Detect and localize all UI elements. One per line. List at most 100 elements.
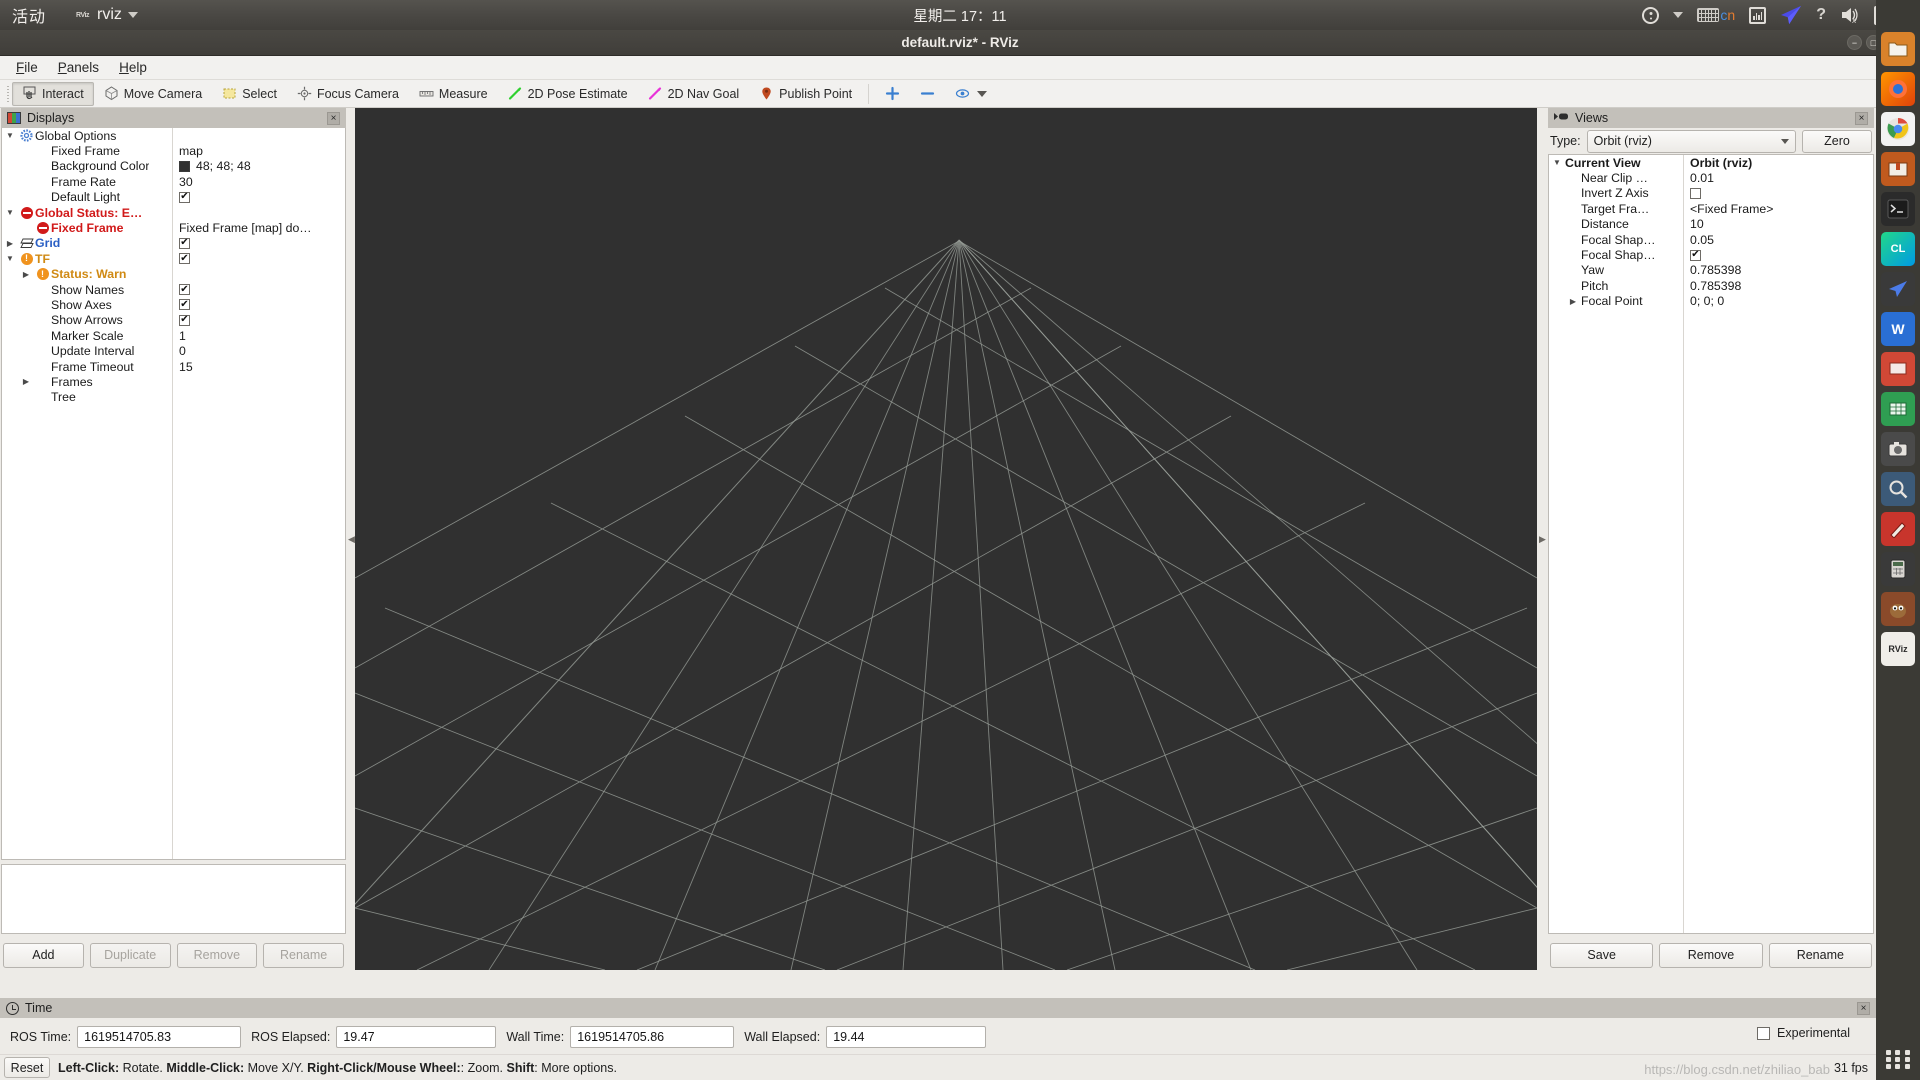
displays-row-value-cell[interactable]: 30 <box>172 175 345 189</box>
save-view-button[interactable]: Save <box>1550 943 1653 968</box>
right-splitter-handle[interactable]: ▶ <box>1538 108 1547 970</box>
volume-muted-icon[interactable]: x <box>1840 6 1860 24</box>
displays-close-icon[interactable]: × <box>327 112 340 125</box>
views-row[interactable]: Pitch0.785398 <box>1549 278 1873 293</box>
menu-help[interactable]: Help <box>111 58 155 77</box>
views-row-value-cell[interactable]: 0; 0; 0 <box>1683 294 1873 308</box>
time-close-icon[interactable]: × <box>1857 1002 1870 1015</box>
tool-2d-nav-goal[interactable]: 2D Nav Goal <box>638 82 750 106</box>
launcher-item-archive[interactable] <box>1881 152 1915 186</box>
row-checkbox[interactable]: ✔ <box>179 299 190 310</box>
displays-row-value-cell[interactable]: ✔ <box>172 238 345 249</box>
launcher-item-chrome[interactable] <box>1881 112 1915 146</box>
tool-2d-pose-estimate[interactable]: 2D Pose Estimate <box>498 82 638 106</box>
wall-time-input[interactable]: 1619514705.86 <box>570 1026 734 1048</box>
displays-row[interactable]: ▼!TF✔ <box>2 251 345 266</box>
displays-row[interactable]: ▶Grid✔ <box>2 236 345 251</box>
menu-panels[interactable]: Panels <box>50 58 107 77</box>
row-checkbox[interactable]: ✔ <box>179 192 190 203</box>
displays-row-value-cell[interactable]: ✔ <box>172 315 345 326</box>
launcher-item-wps-writer[interactable]: W <box>1881 312 1915 346</box>
tool-focus-camera[interactable]: Focus Camera <box>287 82 409 106</box>
input-method-cn-icon[interactable]: cn <box>1697 7 1735 23</box>
views-row-value-cell[interactable] <box>1683 188 1873 199</box>
displays-row-value-cell[interactable]: ✔ <box>172 299 345 310</box>
views-row[interactable]: Near Clip …0.01 <box>1549 170 1873 185</box>
launcher-item-gimp[interactable] <box>1881 592 1915 626</box>
views-row[interactable]: Invert Z Axis <box>1549 186 1873 201</box>
launcher-item-clion[interactable]: CL <box>1881 232 1915 266</box>
show-applications-icon[interactable] <box>1885 1046 1911 1072</box>
displays-row-value-cell[interactable]: 48; 48; 48 <box>172 159 345 173</box>
views-tree[interactable]: ▼Current ViewOrbit (rviz)Near Clip …0.01… <box>1548 154 1874 934</box>
remove-tool-button[interactable] <box>910 82 945 106</box>
launcher-item-files[interactable] <box>1881 32 1915 66</box>
tree-expander-icon[interactable]: ▶ <box>18 270 34 279</box>
system-clock[interactable]: 星期二 17：11 <box>913 5 1006 26</box>
displays-row[interactable]: Update Interval0 <box>2 343 345 358</box>
launcher-item-rviz[interactable]: RViz <box>1881 632 1915 666</box>
launcher-item-magnifier[interactable] <box>1881 472 1915 506</box>
launcher-item-terminal[interactable] <box>1881 192 1915 226</box>
add-button[interactable]: Add <box>3 943 84 968</box>
accessibility-icon[interactable] <box>1642 7 1659 24</box>
help-icon[interactable]: ? <box>1816 6 1826 24</box>
views-row[interactable]: ▼Current ViewOrbit (rviz) <box>1549 155 1873 170</box>
displays-row-value-cell[interactable]: ✔ <box>172 192 345 203</box>
reset-button[interactable]: Reset <box>4 1057 50 1078</box>
row-checkbox[interactable]: ✔ <box>179 284 190 295</box>
displays-column-divider[interactable] <box>172 128 173 859</box>
row-checkbox[interactable]: ✔ <box>179 315 190 326</box>
views-row-value-cell[interactable]: ✔ <box>1683 250 1873 261</box>
tree-expander-icon[interactable]: ▼ <box>2 208 18 217</box>
tool-interact[interactable]: Interact <box>12 82 94 106</box>
displays-row[interactable]: Show Axes✔ <box>2 297 345 312</box>
tree-expander-icon[interactable]: ▼ <box>1549 158 1565 167</box>
row-checkbox[interactable]: ✔ <box>179 238 190 249</box>
displays-row[interactable]: Tree <box>2 390 345 405</box>
experimental-checkbox[interactable] <box>1757 1027 1770 1040</box>
render-view-3d[interactable] <box>355 108 1537 970</box>
tool-publish-point[interactable]: Publish Point <box>749 82 862 106</box>
views-row-value-cell[interactable]: 0.05 <box>1683 233 1873 247</box>
views-row[interactable]: Distance10 <box>1549 217 1873 232</box>
tree-expander-icon[interactable]: ▶ <box>1565 297 1581 306</box>
displays-row-value-cell[interactable]: 1 <box>172 329 345 343</box>
zero-button[interactable]: Zero <box>1802 130 1872 153</box>
displays-row[interactable]: Background Color48; 48; 48 <box>2 159 345 174</box>
displays-row[interactable]: ▶!Status: Warn <box>2 267 345 282</box>
displays-row-value-cell[interactable]: map <box>172 144 345 158</box>
views-column-divider[interactable] <box>1683 155 1684 933</box>
tool-measure[interactable]: Measure <box>409 82 498 106</box>
rename-display-button[interactable]: Rename <box>263 943 344 968</box>
wall-elapsed-input[interactable]: 19.44 <box>826 1026 986 1048</box>
displays-row[interactable]: Marker Scale1 <box>2 328 345 343</box>
tool-move-camera[interactable]: Move Camera <box>94 82 213 106</box>
duplicate-button[interactable]: Duplicate <box>90 943 171 968</box>
telegram-icon[interactable] <box>1780 5 1802 25</box>
toolbar-grip[interactable] <box>4 84 12 104</box>
ros-time-input[interactable]: 1619514705.83 <box>77 1026 241 1048</box>
add-tool-button[interactable] <box>875 82 910 106</box>
views-row[interactable]: Focal Shap…0.05 <box>1549 232 1873 247</box>
views-row-value-cell[interactable]: 0.785398 <box>1683 279 1873 293</box>
row-checkbox[interactable]: ✔ <box>179 253 190 264</box>
displays-row-value-cell[interactable]: ✔ <box>172 284 345 295</box>
menu-file[interactable]: File <box>8 58 46 77</box>
system-monitor-icon[interactable] <box>1749 7 1766 24</box>
row-checkbox[interactable]: ✔ <box>1690 250 1701 261</box>
launcher-item-wps-slides[interactable] <box>1881 352 1915 386</box>
view-type-combobox[interactable]: Orbit (rviz) <box>1587 130 1796 153</box>
views-row[interactable]: ▶Focal Point0; 0; 0 <box>1549 294 1873 309</box>
launcher-item-screenshot[interactable] <box>1881 432 1915 466</box>
views-close-icon[interactable]: × <box>1855 112 1868 125</box>
displays-tree[interactable]: ▼Global OptionsFixed FramemapBackground … <box>1 128 346 860</box>
displays-row[interactable]: Fixed Framemap <box>2 143 345 158</box>
launcher-item-firefox[interactable] <box>1881 72 1915 106</box>
accessibility-chevron-icon[interactable] <box>1673 12 1683 18</box>
tree-expander-icon[interactable]: ▶ <box>2 239 18 248</box>
remove-view-button[interactable]: Remove <box>1659 943 1762 968</box>
tool-properties-button[interactable] <box>945 82 997 106</box>
views-row-value-cell[interactable]: 0.01 <box>1683 171 1873 185</box>
views-row-value-cell[interactable]: 0.785398 <box>1683 263 1873 277</box>
